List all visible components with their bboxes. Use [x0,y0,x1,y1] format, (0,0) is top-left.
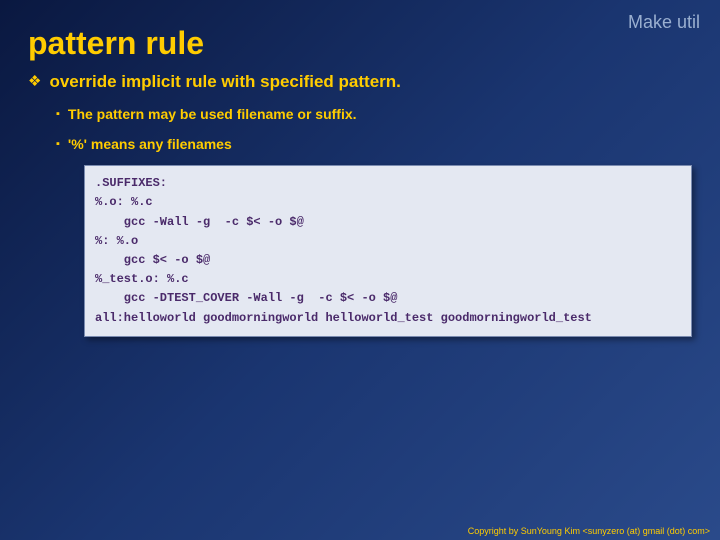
sub-bullet-text: The pattern may be used filename or suff… [68,106,357,122]
diamond-icon: ❖ [28,72,41,92]
top-label: Make util [628,12,700,33]
sub-list: ▪ The pattern may be used filename or su… [28,106,692,337]
footer-copyright: Copyright by SunYoung Kim <sunyzero (at)… [468,526,710,536]
main-bullet: ❖ override implicit rule with specified … [28,72,692,92]
slide-title: pattern rule [0,0,720,72]
sub-bullet: ▪ '%' means any filenames [56,136,692,154]
main-bullet-text: override implicit rule with specified pa… [49,72,400,92]
sub-bullet-text: '%' means any filenames [68,136,232,152]
square-icon: ▪ [56,136,60,154]
code-block: .SUFFIXES: %.o: %.c gcc -Wall -g -c $< -… [84,165,692,337]
square-icon: ▪ [56,106,60,124]
sub-bullet: ▪ The pattern may be used filename or su… [56,106,692,124]
content-area: ❖ override implicit rule with specified … [0,72,720,337]
